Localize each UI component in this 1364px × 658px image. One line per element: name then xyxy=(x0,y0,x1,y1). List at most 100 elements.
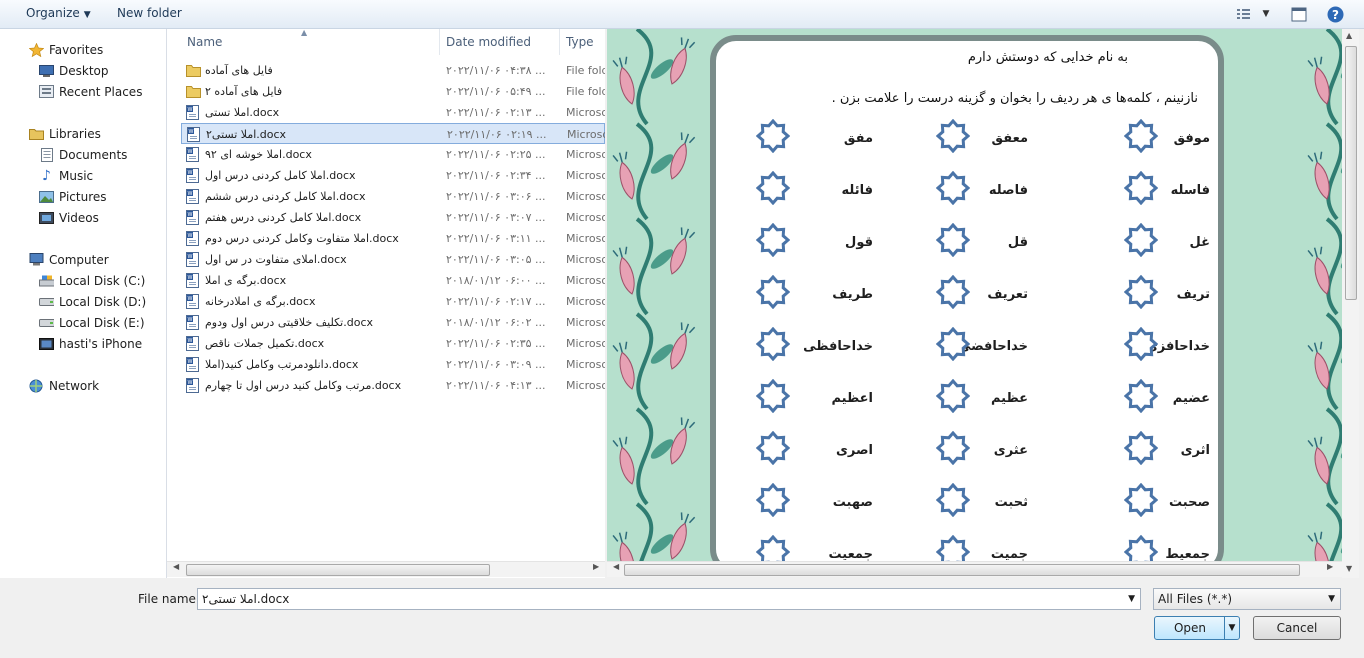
svg-text:W: W xyxy=(188,317,193,323)
chevron-down-icon[interactable]: ▼ xyxy=(1128,589,1135,609)
preview-horizontal-scrollbar[interactable]: ◀ ▶ xyxy=(607,561,1342,577)
file-row[interactable]: W املا کامل کردنی درس اول.docx ۲۰۲۲/۱۱/۰۶ … xyxy=(181,165,605,186)
nav-item-documents[interactable]: Documents xyxy=(40,146,127,164)
preview-vertical-scrollbar[interactable]: ▲ ▼ xyxy=(1342,29,1359,578)
vertical-scroll-thumb[interactable] xyxy=(1345,46,1357,300)
svg-text:W: W xyxy=(188,191,193,197)
chevron-down-icon: ▼ xyxy=(83,10,91,20)
nav-computer-label: Computer xyxy=(49,253,109,267)
view-dropdown-icon[interactable]: ▼ xyxy=(1257,5,1275,23)
file-row[interactable]: W مرتب وکامل کنید درس اول تا چهارم.docx ۲۰… xyxy=(181,375,605,396)
file-type: Microsoft xyxy=(566,211,605,224)
file-row[interactable]: W املا متفاوت وکامل کردنی درس دوم.docx ۲۰۲… xyxy=(181,228,605,249)
answer-star-icon xyxy=(936,535,970,561)
filename-input[interactable]: املا تستی۲.docx ▼ xyxy=(197,588,1141,610)
file-row[interactable]: فایل های آماده ۲۰۲۲/۱۱/۰۶ ۰۴:۳۸ ... File f… xyxy=(181,60,605,81)
file-name: املا کامل کردنی درس ششم.docx xyxy=(205,190,366,203)
scroll-up-icon[interactable]: ▲ xyxy=(1346,31,1352,40)
file-row[interactable]: W املا کامل کردنی درس ششم.docx ۲۰۲۲/۱۱/۰۶ … xyxy=(181,186,605,207)
nav-favorites-label: Favorites xyxy=(49,43,104,57)
word-doc-icon: W xyxy=(186,252,200,267)
file-row[interactable]: W املا کامل کردنی درس هفتم.docx ۲۰۲۲/۱۱/۰۶… xyxy=(181,207,605,228)
nav-computer[interactable]: Computer xyxy=(29,251,109,269)
scroll-right-icon[interactable]: ▶ xyxy=(1327,562,1333,571)
nav-item-music[interactable]: ♪ Music xyxy=(42,167,94,185)
nav-item-desktop[interactable]: Desktop xyxy=(39,62,109,80)
file-name: برگه ی املا.docx xyxy=(205,274,287,287)
svg-text:?: ? xyxy=(1332,8,1339,22)
file-row[interactable]: W املا تستی.docx ۲۰۲۲/۱۱/۰۶ ۰۲:۱۳ ... Micro… xyxy=(181,102,605,123)
column-header-date[interactable]: Date modified xyxy=(440,29,560,55)
navigation-pane: Favorites Desktop Recent Places Librarie… xyxy=(0,29,167,578)
nav-item-iphone[interactable]: hasti's iPhone xyxy=(39,335,142,353)
nav-item-label: Desktop xyxy=(59,64,109,78)
new-folder-button[interactable]: New folder xyxy=(117,6,182,20)
filename-label: File name: xyxy=(138,592,200,606)
list-horizontal-scrollbar[interactable]: ◀ ▶ xyxy=(167,561,605,577)
file-row[interactable]: W تکلیف خلاقیتی درس اول ودوم.docx ۲۰۱۸/۰۱/… xyxy=(181,312,605,333)
answer-star-icon xyxy=(1124,119,1158,153)
answer-star-icon xyxy=(1124,171,1158,205)
list-scroll-thumb[interactable] xyxy=(186,564,490,576)
chevron-down-icon[interactable]: ▼ xyxy=(1328,589,1335,609)
nav-item-local-disk-c[interactable]: Local Disk (C:) xyxy=(39,272,145,290)
nav-network[interactable]: Network xyxy=(29,377,99,395)
file-date: ۲۰۲۲/۱۱/۰۶ ۰۳:۰۵ ... xyxy=(446,253,546,266)
file-row[interactable]: W دانلودمرتب وکامل کنید(املا.docx ۲۰۲۲/۱۱/… xyxy=(181,354,605,375)
answer-star-icon xyxy=(1124,275,1158,309)
scroll-right-icon[interactable]: ▶ xyxy=(593,562,599,571)
open-split-chevron-icon[interactable]: ▼ xyxy=(1224,617,1239,639)
svg-text:W: W xyxy=(188,254,193,260)
file-date: ۲۰۱۸/۰۱/۱۲ ۰۶:۰۰ ... xyxy=(446,274,546,287)
file-name: املا کامل کردنی درس اول.docx xyxy=(205,169,356,182)
file-row[interactable]: W برگه ی املا.docx ۲۰۱۸/۰۱/۱۲ ۰۶:۰۰ ... Mic… xyxy=(181,270,605,291)
scroll-down-icon[interactable]: ▼ xyxy=(1346,564,1352,573)
file-type: Microsoft xyxy=(566,169,605,182)
answer-star-icon xyxy=(1124,327,1158,361)
file-row[interactable]: W املای متفاوت در س اول.docx ۲۰۲۲/۱۱/۰۶ ۰۳… xyxy=(181,249,605,270)
nav-item-recent-places[interactable]: Recent Places xyxy=(39,83,142,101)
file-type-select[interactable]: All Files (*.*) ▼ xyxy=(1153,588,1341,610)
scroll-left-icon[interactable]: ◀ xyxy=(173,562,179,571)
scroll-left-icon[interactable]: ◀ xyxy=(613,562,619,571)
nav-item-label: Music xyxy=(59,169,94,183)
quiz-word: اعظیم xyxy=(831,391,873,406)
nav-item-pictures[interactable]: Pictures xyxy=(39,188,107,206)
nav-favorites[interactable]: Favorites xyxy=(29,41,104,59)
nav-item-label: Videos xyxy=(59,211,99,225)
file-row[interactable]: W تکمیل جملات ناقص.docx ۲۰۲۲/۱۱/۰۶ ۰۲:۳۵ .… xyxy=(181,333,605,354)
documents-icon xyxy=(39,147,54,162)
cancel-button[interactable]: Cancel xyxy=(1253,616,1341,640)
nav-item-local-disk-e[interactable]: Local Disk (E:) xyxy=(39,314,145,332)
preview-pane-icon[interactable] xyxy=(1290,5,1308,23)
nav-item-local-disk-d[interactable]: Local Disk (D:) xyxy=(39,293,146,311)
nav-libraries[interactable]: Libraries xyxy=(29,125,101,143)
file-row[interactable]: W املا خوشه ای ۹۲.docx ۲۰۲۲/۱۱/۰۶ ۰۲:۲۵ ..… xyxy=(181,144,605,165)
word-doc-icon: W xyxy=(186,294,200,309)
quiz-word: تریف xyxy=(1176,287,1210,302)
svg-text:W: W xyxy=(188,107,193,113)
folder-icon xyxy=(186,84,201,99)
help-icon[interactable]: ? xyxy=(1326,5,1344,23)
open-button[interactable]: Open ▼ xyxy=(1154,616,1240,640)
svg-text:W: W xyxy=(188,275,193,281)
organize-button[interactable]: Organize ▼ xyxy=(26,6,91,20)
answer-star-icon xyxy=(936,119,970,153)
command-toolbar: Organize ▼ New folder ▼ ? xyxy=(0,0,1364,29)
file-row[interactable]: W برگه ی املادرخانه.docx ۲۰۲۲/۱۱/۰۶ ۰۲:۱۷ … xyxy=(181,291,605,312)
view-options-icon[interactable] xyxy=(1235,5,1253,23)
quiz-word: جمعیط xyxy=(1165,547,1210,561)
svg-text:W: W xyxy=(188,212,193,218)
quiz-word: قل xyxy=(1007,235,1028,250)
preview-scroll-thumb[interactable] xyxy=(624,564,1300,576)
file-name: دانلودمرتب وکامل کنید(املا.docx xyxy=(205,358,359,371)
file-row[interactable]: فایل های آماده ۲ ۲۰۲۲/۱۱/۰۶ ۰۵:۴۹ ... File… xyxy=(181,81,605,102)
answer-star-icon xyxy=(1124,431,1158,465)
column-header-type[interactable]: Type xyxy=(560,29,605,55)
answer-star-icon xyxy=(756,431,790,465)
file-row[interactable]: W املا تستی۲.docx ۲۰۲۲/۱۱/۰۶ ۰۲:۱۹ ... Micr… xyxy=(181,123,605,144)
file-type-value: All Files (*.*) xyxy=(1158,592,1233,606)
nav-item-videos[interactable]: Videos xyxy=(39,209,99,227)
word-doc-icon: W xyxy=(186,168,200,183)
column-header-name[interactable]: Name ▲ xyxy=(181,29,440,55)
